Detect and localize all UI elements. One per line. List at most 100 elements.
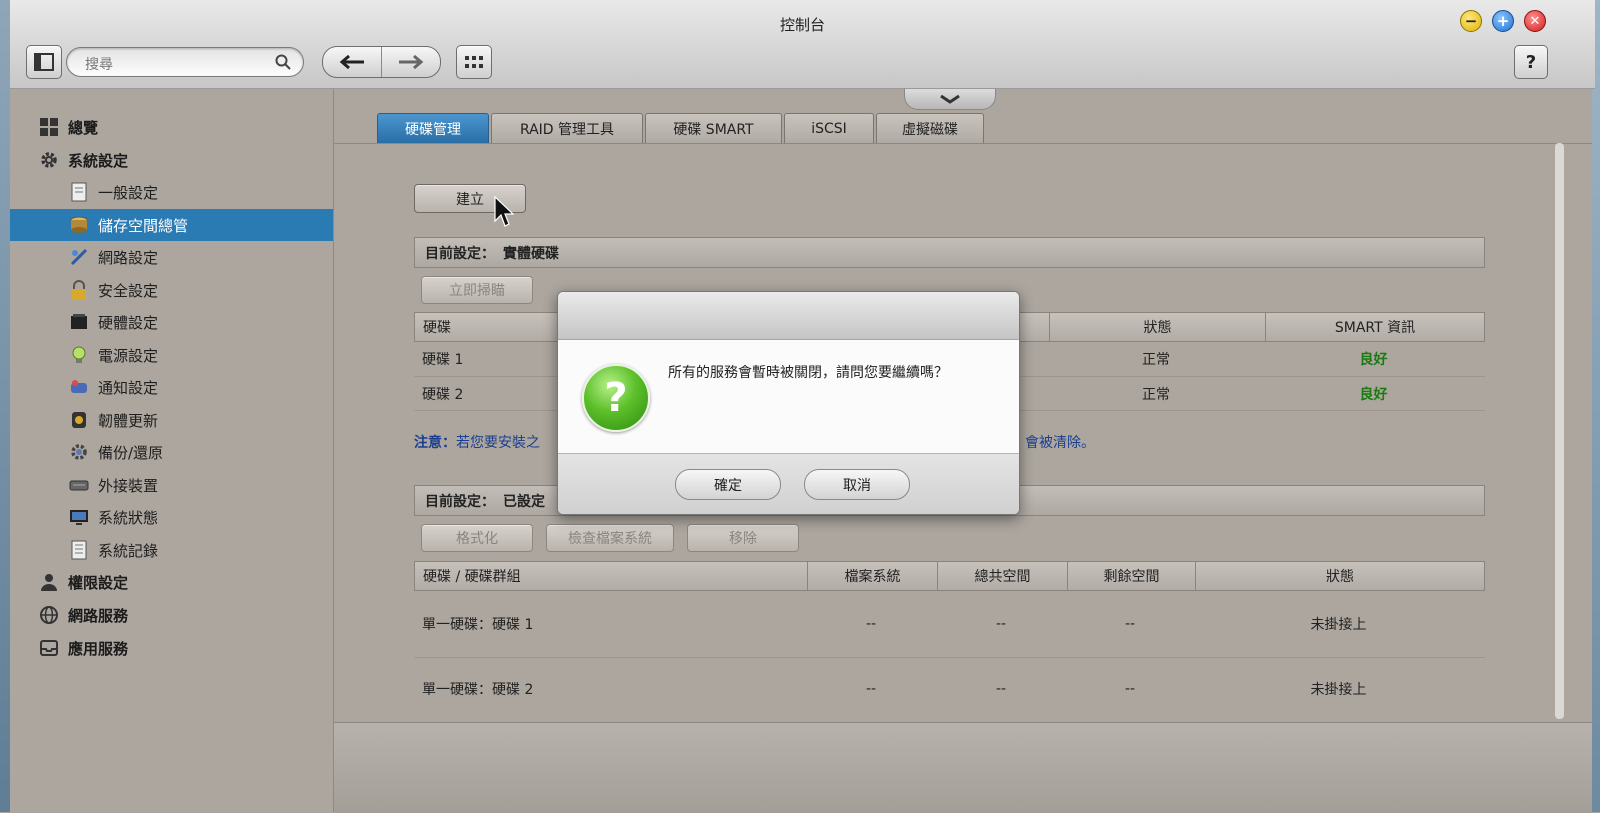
sidebar-item-label: 總覽: [68, 118, 99, 137]
search-icon[interactable]: [275, 54, 291, 70]
help-button[interactable]: ?: [1514, 45, 1548, 79]
minimize-icon[interactable]: −: [1460, 10, 1482, 32]
dialog-footer: [558, 453, 1019, 514]
remove-button[interactable]: 移除: [687, 524, 799, 552]
backup-icon: [68, 441, 90, 463]
notice-label: 注意：: [414, 435, 456, 451]
format-button[interactable]: 格式化: [421, 524, 533, 552]
volume-status: 未掛接上: [1310, 682, 1367, 698]
external-device-icon: [68, 474, 90, 496]
sidebar-item-label: 電源設定: [98, 346, 159, 365]
sidebar-item-label: 系統狀態: [98, 508, 159, 527]
column-header-status: 狀態: [1195, 562, 1484, 590]
sidebar-item-label: 通知設定: [98, 378, 159, 397]
volume-total-space: --: [995, 681, 1007, 697]
tab-iscsi[interactable]: iSCSI: [784, 113, 874, 143]
vertical-scrollbar[interactable]: [1555, 143, 1564, 719]
gear-icon: [38, 149, 60, 171]
tab-disk-management[interactable]: 硬碟管理: [377, 113, 489, 143]
sidebar-item[interactable]: 硬體設定: [10, 306, 333, 338]
dialog-titlebar: [558, 292, 1019, 340]
tab-virtual-disk[interactable]: 虛擬磁碟: [876, 113, 984, 143]
scan-now-button[interactable]: 立即掃瞄: [421, 276, 533, 304]
disk-status: 正常: [1142, 386, 1170, 403]
volume-table-header: 硬碟 / 硬碟群組 檔案系統 總共空間 剩餘空間 狀態: [414, 561, 1485, 591]
sidebar-item-label: 安全設定: [98, 281, 159, 300]
sidebar-item-label: 應用服務: [68, 639, 129, 658]
sidebar-item[interactable]: 系統狀態: [10, 501, 333, 533]
sidebar-item[interactable]: 備份/還原: [10, 436, 333, 468]
footer-bar: [334, 722, 1592, 813]
sidebar-item-label: 備份/還原: [98, 443, 164, 462]
sidebar-item-label: 網路服務: [68, 606, 129, 625]
maximize-icon[interactable]: +: [1492, 10, 1514, 32]
arrow-right-icon: [399, 55, 424, 69]
collapse-handle[interactable]: [904, 89, 996, 110]
forward-button[interactable]: [381, 47, 440, 77]
sidebar-item[interactable]: 權限設定: [10, 566, 333, 598]
firmware-icon: [68, 409, 90, 431]
sidebar-item[interactable]: 通知設定: [10, 371, 333, 403]
check-filesystem-button[interactable]: 檢查檔案系統: [546, 524, 674, 552]
column-header-status: 狀態: [1049, 313, 1265, 341]
window-title: 控制台: [779, 16, 825, 34]
globe-icon: [38, 604, 60, 626]
volume-status: 未掛接上: [1310, 617, 1367, 633]
tab-raid-tools[interactable]: RAID 管理工具: [491, 113, 643, 143]
close-icon[interactable]: ✕: [1524, 10, 1546, 32]
volume-free-space: --: [1124, 616, 1136, 632]
question-icon: ?: [582, 364, 650, 432]
sidebar-item[interactable]: 韌體更新: [10, 404, 333, 436]
sidebar-toggle-button[interactable]: [26, 45, 62, 79]
chevron-down-icon: [940, 94, 960, 104]
back-button[interactable]: [323, 47, 381, 77]
sidebar-item-label: 外接裝置: [98, 476, 159, 495]
network-icon: [68, 246, 90, 268]
sidebar-item-label: 一般設定: [98, 183, 159, 202]
arrow-left-icon: [339, 55, 364, 69]
sidebar-panel-icon: [34, 53, 54, 71]
sidebar-item[interactable]: 總覽: [10, 111, 333, 143]
inbox-icon: [38, 637, 60, 659]
disk-status: 正常: [1142, 352, 1170, 368]
cancel-button[interactable]: 取消: [804, 469, 910, 500]
notice-text-start: 若您要安裝之: [456, 435, 540, 451]
sidebar-item[interactable]: 安全設定: [10, 274, 333, 306]
power-icon: [68, 344, 90, 366]
sidebar-item-label: 網路設定: [98, 248, 159, 267]
sidebar-item[interactable]: 系統設定: [10, 144, 333, 176]
hardware-icon: [68, 311, 90, 333]
disk-smart-status: 良好: [1359, 352, 1388, 368]
volume-filesystem: --: [865, 681, 877, 697]
user-icon: [38, 571, 60, 593]
section-header-value: 實體硬碟: [503, 245, 559, 262]
sidebar-item[interactable]: 網路服務: [10, 599, 333, 631]
sidebar-item-label: 權限設定: [68, 573, 129, 592]
sidebar-item[interactable]: 儲存空間總管: [10, 209, 333, 241]
sidebar-item[interactable]: 網路設定: [10, 241, 333, 273]
tab-disk-smart[interactable]: 硬碟 SMART: [645, 113, 782, 143]
storage-icon: [68, 214, 90, 236]
search-input[interactable]: 搜尋: [85, 54, 113, 74]
sidebar-item-label: 韌體更新: [98, 411, 159, 430]
volume-name: 單一硬碟：硬碟 2: [422, 682, 534, 698]
sidebar-item[interactable]: 系統記錄: [10, 534, 333, 566]
volume-total-space: --: [995, 616, 1007, 632]
table-row[interactable]: 單一硬碟：硬碟 1 -- -- -- 未掛接上: [414, 591, 1485, 658]
lock-icon: [68, 279, 90, 301]
sidebar: 總覽系統設定一般設定儲存空間總管網路設定安全設定硬體設定電源設定通知設定韌體更新…: [10, 89, 334, 812]
app-grid-button[interactable]: [456, 45, 492, 79]
column-header-filesystem: 檔案系統: [807, 562, 937, 590]
table-row[interactable]: 單一硬碟：硬碟 2 -- -- -- 未掛接上: [414, 658, 1485, 720]
sidebar-item[interactable]: 應用服務: [10, 632, 333, 664]
overview-icon: [38, 116, 60, 138]
column-header-disk-group: 硬碟 / 硬碟群組: [423, 569, 521, 585]
section-header-label: 目前設定：: [425, 245, 495, 262]
sidebar-item[interactable]: 外接裝置: [10, 469, 333, 501]
column-header-total-space: 總共空間: [937, 562, 1067, 590]
sidebar-item[interactable]: 電源設定: [10, 339, 333, 371]
search-box[interactable]: 搜尋: [66, 47, 304, 77]
sidebar-item[interactable]: 一般設定: [10, 176, 333, 208]
confirm-button[interactable]: 確定: [675, 469, 781, 500]
volume-free-space: --: [1124, 681, 1136, 697]
